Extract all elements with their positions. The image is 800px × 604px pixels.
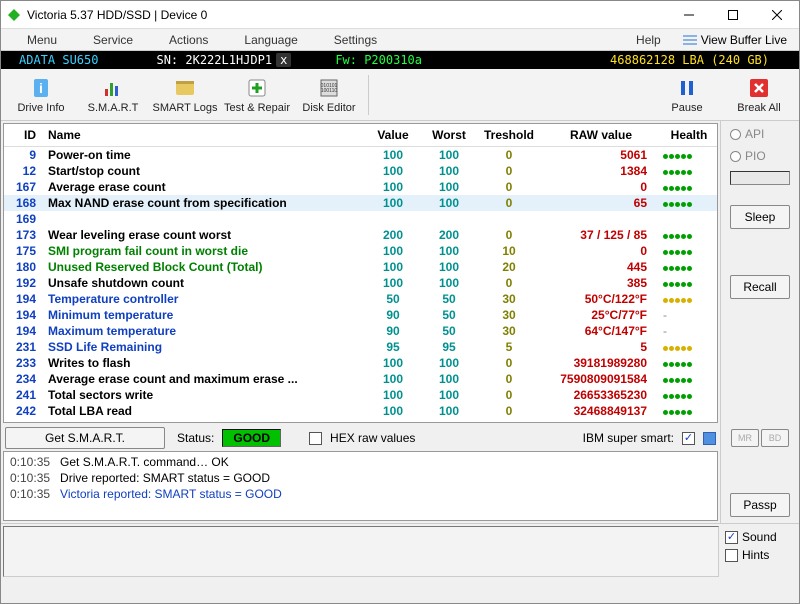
table-row[interactable]: 180Unused Reserved Block Count (Total)10… — [4, 259, 717, 275]
device-firmware: Fw: P200310a — [291, 53, 422, 67]
footer-status — [3, 526, 719, 577]
col-id[interactable]: ID — [4, 124, 44, 147]
toolbar: i Drive Info S.M.A.R.T SMART Logs Test &… — [1, 69, 799, 121]
log-line: 0:10:35Drive reported: SMART status = GO… — [4, 470, 717, 486]
device-serial: SN: 2K222L1HJDP1 — [116, 53, 272, 67]
menu-actions[interactable]: Actions — [151, 33, 226, 47]
hex-raw-label: HEX raw values — [330, 431, 415, 445]
status-value: GOOD — [222, 429, 281, 447]
logs-icon — [173, 76, 197, 100]
device-lba: 468862128 LBA (240 GB) — [610, 53, 799, 67]
hints-checkbox[interactable] — [725, 549, 738, 562]
table-row[interactable]: 241Total sectors write100100026653365230 — [4, 387, 717, 403]
ibm-super-smart-checkbox[interactable] — [682, 432, 695, 445]
pause-button[interactable]: Pause — [651, 71, 723, 119]
device-info-bar: ADATA SU650 SN: 2K222L1HJDP1 x Fw: P2003… — [1, 51, 799, 69]
table-row[interactable]: 9Power-on time10010005061 — [4, 147, 717, 164]
footer: Sound Hints — [1, 523, 799, 579]
menu-service[interactable]: Service — [75, 33, 151, 47]
serial-close-icon[interactable]: x — [276, 53, 291, 67]
col-health[interactable]: Health — [661, 124, 717, 147]
log-line: 0:10:35Victoria reported: SMART status =… — [4, 486, 717, 502]
table-row[interactable]: 192Unsafe shutdown count1001000385 — [4, 275, 717, 291]
close-button[interactable] — [755, 1, 799, 29]
mr-button[interactable]: MR — [731, 429, 759, 447]
bd-button[interactable]: BD — [761, 429, 789, 447]
menu-language[interactable]: Language — [226, 33, 315, 47]
smart-icon — [101, 76, 125, 100]
pause-icon — [675, 76, 699, 100]
table-row[interactable]: 194Temperature controller50503050°C/122°… — [4, 291, 717, 307]
hints-checkbox-row[interactable]: Hints — [725, 548, 795, 562]
disk-editor-button[interactable]: 010101100110 Disk Editor — [293, 71, 365, 119]
menu-help[interactable]: Help — [618, 33, 679, 47]
sound-checkbox-row[interactable]: Sound — [725, 530, 795, 544]
menu-settings[interactable]: Settings — [316, 33, 395, 47]
break-all-icon — [747, 76, 771, 100]
col-name[interactable]: Name — [44, 124, 365, 147]
device-model: ADATA SU650 — [1, 53, 116, 67]
sidebar: API PIO Sleep Recall MR BD Passp — [721, 121, 799, 523]
api-radio[interactable]: API — [730, 127, 790, 141]
col-raw[interactable]: RAW value — [541, 124, 661, 147]
get-smart-button[interactable]: Get S.M.A.R.T. — [5, 427, 165, 449]
smart-button[interactable]: S.M.A.R.T — [77, 71, 149, 119]
sleep-button[interactable]: Sleep — [730, 205, 790, 229]
app-icon — [7, 8, 21, 22]
table-row[interactable]: 169 — [4, 211, 717, 227]
smart-logs-button[interactable]: SMART Logs — [149, 71, 221, 119]
test-repair-button[interactable]: Test & Repair — [221, 71, 293, 119]
disk-editor-icon: 010101100110 — [317, 76, 341, 100]
drive-info-button[interactable]: i Drive Info — [5, 71, 77, 119]
svg-text:100110: 100110 — [321, 88, 338, 94]
smart-bottom-bar: Get S.M.A.R.T. Status: GOOD HEX raw valu… — [1, 425, 720, 451]
window-title: Victoria 5.37 HDD/SSD | Device 0 — [27, 8, 667, 22]
table-row[interactable]: 12Start/stop count10010001384 — [4, 163, 717, 179]
info-icon: i — [29, 76, 53, 100]
progress-bar — [730, 171, 790, 185]
table-row[interactable]: 242Total LBA read100100032468849137 — [4, 403, 717, 419]
col-value[interactable]: Value — [365, 124, 421, 147]
table-row[interactable]: 175SMI program fail count in worst die10… — [4, 243, 717, 259]
smart-table[interactable]: ID Name Value Worst Treshold RAW value H… — [3, 123, 718, 423]
menu-menu[interactable]: Menu — [9, 33, 75, 47]
view-buffer-live[interactable]: View Buffer Live — [679, 33, 791, 47]
titlebar: Victoria 5.37 HDD/SSD | Device 0 — [1, 1, 799, 29]
ibm-super-smart-label: IBM super smart: — [583, 431, 674, 445]
table-row[interactable]: 233Writes to flash100100039181989280 — [4, 355, 717, 371]
col-worst[interactable]: Worst — [421, 124, 477, 147]
table-row[interactable]: 194Minimum temperature90503025°C/77°F- — [4, 307, 717, 323]
log-panel[interactable]: 0:10:35Get S.M.A.R.T. command… OK0:10:35… — [3, 451, 718, 521]
break-all-button[interactable]: Break All — [723, 71, 795, 119]
menubar: Menu Service Actions Language Settings H… — [1, 29, 799, 51]
sound-checkbox[interactable] — [725, 531, 738, 544]
recall-button[interactable]: Recall — [730, 275, 790, 299]
table-row[interactable]: 234Average erase count and maximum erase… — [4, 371, 717, 387]
table-row[interactable]: 231SSD Life Remaining959555 — [4, 339, 717, 355]
hex-raw-checkbox[interactable] — [309, 432, 322, 445]
pio-radio[interactable]: PIO — [730, 149, 790, 163]
table-row[interactable]: 168Max NAND erase count from specificati… — [4, 195, 717, 211]
table-row[interactable]: 173Wear leveling erase count worst200200… — [4, 227, 717, 243]
passp-button[interactable]: Passp — [730, 493, 790, 517]
maximize-button[interactable] — [711, 1, 755, 29]
col-threshold[interactable]: Treshold — [477, 124, 541, 147]
buffer-icon — [683, 34, 697, 46]
log-line: 0:10:35Get S.M.A.R.T. command… OK — [4, 454, 717, 470]
svg-text:i: i — [39, 80, 43, 96]
minimize-button[interactable] — [667, 1, 711, 29]
extra-checkbox[interactable] — [703, 432, 716, 445]
table-row[interactable]: 194Maximum temperature90503064°C/147°F- — [4, 323, 717, 339]
status-label: Status: — [177, 431, 214, 445]
test-repair-icon — [245, 76, 269, 100]
table-row[interactable]: 167Average erase count10010000 — [4, 179, 717, 195]
